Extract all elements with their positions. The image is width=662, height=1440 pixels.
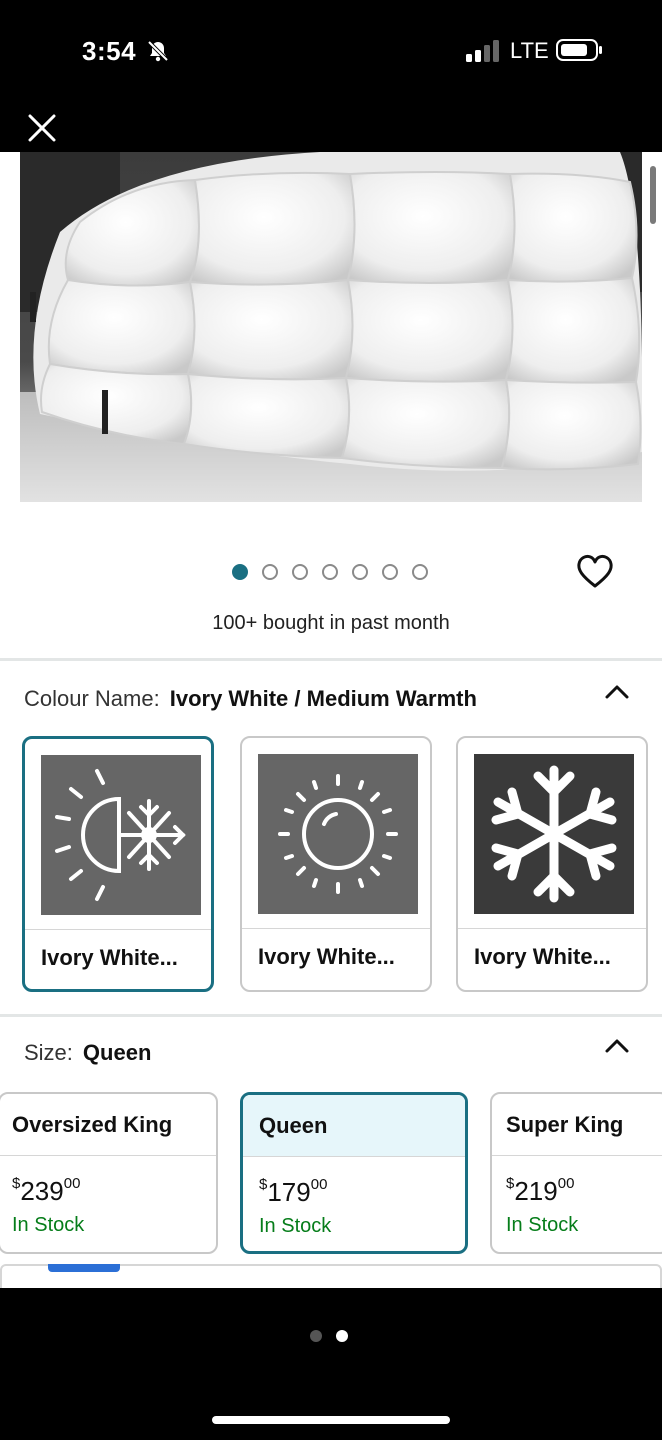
- size-option-price: $21900: [506, 1175, 575, 1206]
- size-option-oversized-king[interactable]: Oversized King $23900 In Stock: [0, 1092, 218, 1254]
- battery-icon: [556, 39, 602, 61]
- size-option-name: Super King: [506, 1112, 624, 1137]
- snowflake-icon: [474, 754, 634, 914]
- product-image[interactable]: [20, 152, 642, 502]
- product-detail-sheet: 100+ bought in past month Colour Name: Iv…: [0, 152, 662, 1288]
- carrier-label: LTE: [510, 38, 549, 63]
- colour-label: Colour Name:: [24, 686, 160, 711]
- divider: [0, 658, 662, 661]
- size-value: Queen: [82, 1040, 152, 1065]
- colour-option-label: Ivory White...: [474, 944, 611, 969]
- duvet-photo: [20, 152, 642, 502]
- carousel-dot[interactable]: [322, 564, 338, 580]
- clock-time: 3:54: [82, 36, 137, 66]
- colour-option-half-warmth[interactable]: Ivory White...: [22, 736, 214, 992]
- size-selector-header[interactable]: Size: Queen: [24, 1040, 151, 1066]
- size-option-queen[interactable]: Queen $17900 In Stock: [240, 1092, 468, 1254]
- carousel-dot[interactable]: [232, 564, 248, 580]
- colour-option-label: Ivory White...: [258, 944, 395, 969]
- close-icon[interactable]: [24, 110, 60, 146]
- colour-option-warm[interactable]: Ivory White...: [240, 736, 432, 992]
- carousel-dot[interactable]: [292, 564, 308, 580]
- chevron-up-icon[interactable]: [604, 684, 630, 700]
- modal-header: [0, 100, 662, 152]
- colour-selector-header[interactable]: Colour Name: Ivory White / Medium Warmth: [24, 686, 477, 712]
- bottom-bar: [0, 1288, 662, 1440]
- chevron-up-icon[interactable]: [604, 1038, 630, 1054]
- carousel-dot[interactable]: [262, 564, 278, 580]
- carousel-dot[interactable]: [412, 564, 428, 580]
- bell-muted-icon: [147, 40, 169, 62]
- colour-option-label: Ivory White...: [41, 945, 178, 970]
- page-dot[interactable]: [336, 1330, 348, 1342]
- swatch-divider: [458, 928, 646, 929]
- size-option-name: Queen: [259, 1113, 328, 1138]
- sun-icon: [258, 754, 418, 914]
- page-indicator: [310, 1330, 348, 1342]
- status-bar: 3:54 LTE: [0, 0, 662, 100]
- size-option-price: $17900: [259, 1176, 328, 1207]
- carousel-dot[interactable]: [382, 564, 398, 580]
- size-option-price: $23900: [12, 1175, 81, 1206]
- colour-option-cool[interactable]: Ivory White...: [456, 736, 648, 992]
- tab-indicator: [48, 1264, 120, 1272]
- home-indicator[interactable]: [212, 1416, 450, 1424]
- size-label: Size:: [24, 1040, 73, 1065]
- half-sun-snowflake-icon: [41, 755, 201, 915]
- page-dot[interactable]: [310, 1330, 322, 1342]
- carousel-dot[interactable]: [352, 564, 368, 580]
- stock-status: In Stock: [259, 1215, 332, 1237]
- cellular-signal-icon: [466, 40, 499, 62]
- swatch-divider: [25, 929, 211, 930]
- swatch-divider: [242, 928, 430, 929]
- heart-icon[interactable]: [576, 554, 614, 590]
- image-carousel-dots: [232, 564, 428, 580]
- scrollbar-thumb[interactable]: [650, 166, 656, 224]
- size-option-super-king[interactable]: Super King $21900 In Stock: [490, 1092, 662, 1254]
- stock-status: In Stock: [12, 1214, 85, 1236]
- colour-value: Ivory White / Medium Warmth: [169, 686, 477, 711]
- divider: [0, 1014, 662, 1017]
- bought-past-month-label: 100+ bought in past month: [212, 612, 450, 634]
- stock-status: In Stock: [506, 1214, 579, 1236]
- size-option-name: Oversized King: [12, 1112, 173, 1137]
